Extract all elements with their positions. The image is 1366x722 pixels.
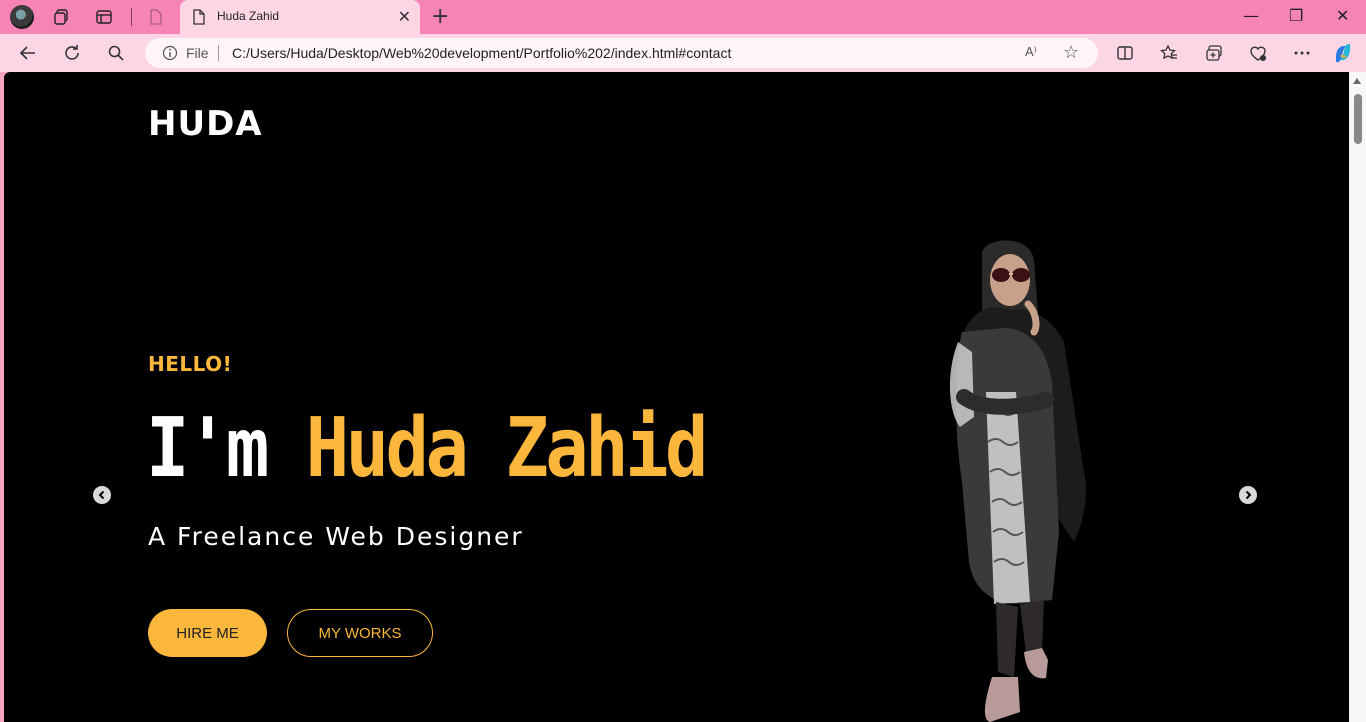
scroll-up-icon[interactable] [1353,78,1361,84]
workspaces-icon[interactable] [51,6,73,28]
favorites-icon[interactable] [1158,42,1180,64]
active-tab[interactable]: Huda Zahid ✕ [180,0,420,34]
collections-icon[interactable] [1203,42,1225,64]
tab-separator [131,8,132,26]
restore-icon[interactable]: ❐ [1289,6,1303,25]
favorite-star-icon[interactable]: ☆ [1063,42,1079,63]
refresh-icon[interactable] [61,42,83,64]
page-icon [192,9,206,29]
url-text[interactable]: C:/Users/Huda/Desktop/Web%20development/… [232,45,731,61]
tab-actions-icon[interactable] [93,6,115,28]
search-icon[interactable] [105,42,127,64]
carousel-next-icon[interactable] [1239,486,1257,504]
tab-title: Huda Zahid [217,9,280,23]
hero-headline: I'm Huda Zahid [146,401,709,496]
read-aloud-icon[interactable]: A⁾ [1025,44,1037,60]
tab-strip: Huda Zahid ✕ + — ❐ ✕ [0,0,1366,34]
back-icon[interactable] [17,42,39,64]
browser-essentials-icon[interactable] [1247,42,1269,64]
address-bar[interactable]: File C:/Users/Huda/Desktop/Web%20develop… [145,38,1098,68]
profile-avatar[interactable] [10,5,34,29]
hire-me-button[interactable]: HIRE ME [148,609,267,657]
close-tab-icon[interactable]: ✕ [398,7,411,26]
more-options-icon[interactable] [1291,42,1313,64]
minimize-icon[interactable]: — [1243,6,1259,25]
hero-subtitle: A Freelance Web Designer [148,522,524,551]
carousel-prev-icon[interactable] [93,486,111,504]
hero-greeting: HELLO! [148,352,233,376]
scheme-label: File [186,45,209,61]
address-divider [218,45,219,61]
scrollbar-thumb[interactable] [1354,94,1362,144]
site-logo[interactable]: HUDA [148,104,263,144]
headline-prefix: I'm [146,401,306,496]
close-window-icon[interactable]: ✕ [1336,6,1349,25]
hero-portrait-image [949,240,1086,722]
copilot-icon[interactable] [1332,42,1354,64]
page-scrollbar[interactable] [1349,72,1366,722]
page-viewport: HUDA HELLO! I'm Huda Zahid A Freelance W… [4,72,1349,722]
browser-toolbar: File C:/Users/Huda/Desktop/Web%20develop… [0,34,1366,72]
my-works-button[interactable]: MY WORKS [287,609,433,657]
headline-name: Huda Zahid [305,401,709,496]
info-icon[interactable] [162,45,178,65]
new-tab-icon[interactable]: + [431,4,449,29]
split-screen-icon[interactable] [1114,42,1136,64]
inactive-tab-page-icon[interactable] [145,6,167,28]
